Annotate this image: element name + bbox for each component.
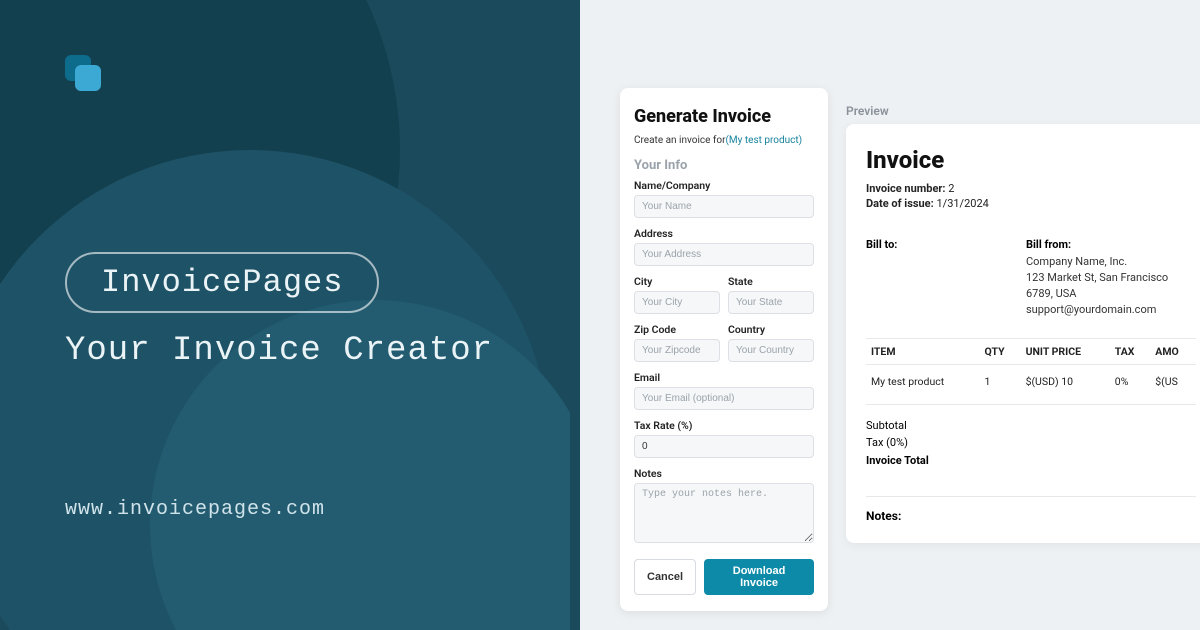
cancel-button[interactable]: Cancel [634, 559, 696, 595]
invoice-number-label: Invoice number: [866, 182, 946, 195]
preview-notes-label: Notes: [866, 496, 1196, 523]
label-email: Email [634, 371, 814, 384]
col-amount: AMO [1150, 338, 1196, 364]
bill-from-label: Bill from: [1026, 238, 1196, 251]
label-name: Name/Company [634, 179, 814, 192]
product-name-pill: InvoicePages [65, 252, 379, 313]
zip-input[interactable] [634, 339, 720, 362]
cell-tax: 0% [1110, 364, 1150, 404]
form-product-link[interactable]: (My test product) [726, 135, 803, 146]
label-tax: Tax Rate (%) [634, 419, 814, 432]
city-input[interactable] [634, 291, 720, 314]
label-country: Country [728, 323, 814, 336]
label-zip: Zip Code [634, 323, 720, 336]
name-input[interactable] [634, 195, 814, 218]
label-state: State [728, 275, 814, 288]
preview-heading: Invoice [866, 146, 1196, 174]
bill-from-company: Company Name, Inc. [1026, 254, 1196, 270]
bill-to-label: Bill to: [866, 238, 966, 251]
col-unit-price: UNIT PRICE [1021, 338, 1110, 364]
logo [65, 55, 105, 95]
invoice-total-line: Invoice Total [866, 452, 1196, 470]
col-qty: QTY [979, 338, 1020, 364]
label-city: City [634, 275, 720, 288]
label-address: Address [634, 227, 814, 240]
section-your-info: Your Info [634, 158, 814, 173]
tax-rate-input[interactable] [634, 435, 814, 458]
col-item: ITEM [866, 338, 979, 364]
bill-to-block: Bill to: [866, 238, 966, 318]
address-input[interactable] [634, 243, 814, 266]
invoice-date-label: Date of issue: [866, 197, 934, 210]
bill-from-address1: 123 Market St, San Francisco [1026, 270, 1196, 286]
download-invoice-button[interactable]: Download Invoice [704, 559, 814, 595]
hero-tagline: Your Invoice Creator [65, 332, 493, 370]
preview-label: Preview [846, 104, 889, 118]
totals-block: Subtotal Tax (0%) Invoice Total [866, 417, 1196, 470]
state-input[interactable] [728, 291, 814, 314]
subtotal-line: Subtotal [866, 417, 1196, 435]
bill-from-email: support@yourdomain.com [1026, 302, 1196, 318]
form-heading: Generate Invoice [634, 106, 814, 127]
invoice-date-line: Date of issue: 1/31/2024 [866, 197, 1196, 210]
country-input[interactable] [728, 339, 814, 362]
email-input[interactable] [634, 387, 814, 410]
col-tax: TAX [1110, 338, 1150, 364]
table-header-row: ITEM QTY UNIT PRICE TAX AMO [866, 338, 1196, 364]
invoice-date-value: 1/31/2024 [936, 197, 988, 210]
label-notes: Notes [634, 467, 814, 480]
line-items-table: ITEM QTY UNIT PRICE TAX AMO My test prod… [866, 338, 1196, 405]
notes-textarea[interactable] [634, 483, 814, 543]
bill-from-address2: 6789, USA [1026, 286, 1196, 302]
invoice-preview: Invoice Invoice number: 2 Date of issue:… [846, 124, 1200, 543]
bill-from-block: Bill from: Company Name, Inc. 123 Market… [1026, 238, 1196, 318]
table-row: My test product 1 $(USD) 10 0% $(US [866, 364, 1196, 404]
logo-shape-front [75, 65, 101, 91]
invoice-number-line: Invoice number: 2 [866, 182, 1196, 195]
tax-total-line: Tax (0%) [866, 434, 1196, 452]
cell-unit-price: $(USD) 10 [1021, 364, 1110, 404]
cell-qty: 1 [979, 364, 1020, 404]
form-subtext-prefix: Create an invoice for [634, 135, 726, 146]
cell-item: My test product [866, 364, 979, 404]
generate-invoice-form: Generate Invoice Create an invoice for(M… [620, 88, 828, 611]
hero-url: www.invoicepages.com [65, 498, 325, 521]
form-subtext: Create an invoice for(My test product) [634, 135, 814, 146]
invoice-number-value: 2 [948, 182, 954, 195]
cell-amount: $(US [1150, 364, 1196, 404]
